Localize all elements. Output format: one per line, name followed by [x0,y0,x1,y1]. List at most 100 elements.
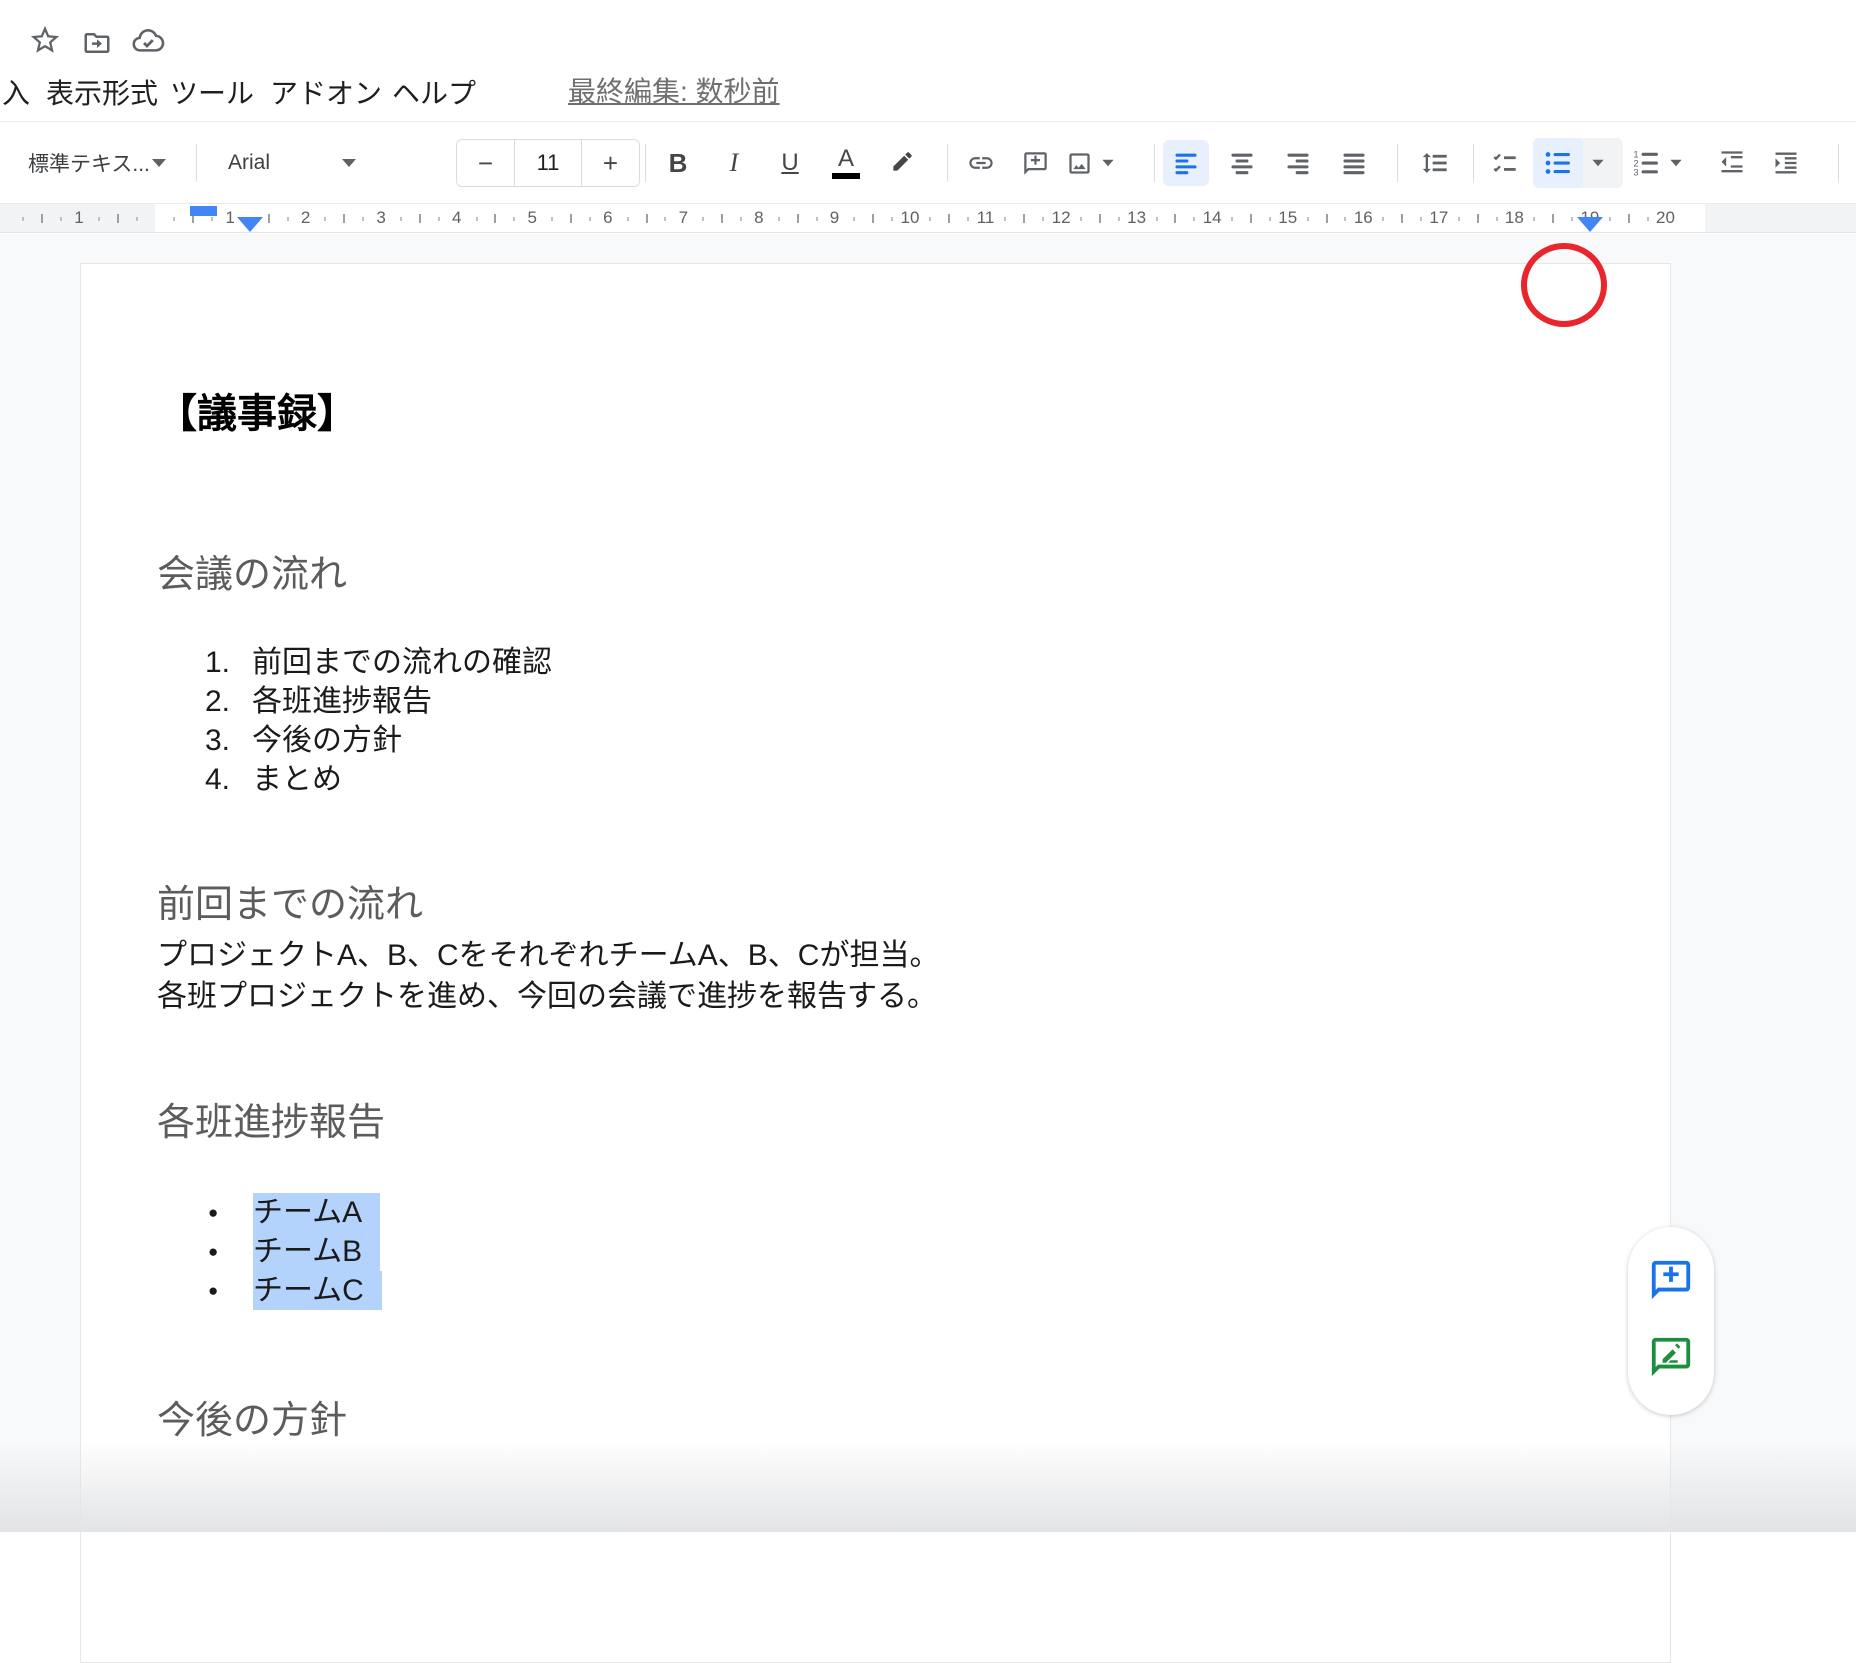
ruler-tick [494,214,496,223]
underline-button[interactable]: U [767,140,813,186]
bullet-icon: ● [208,1281,253,1301]
bold-button[interactable]: B [655,140,701,186]
menu-item-tools[interactable]: ツール [170,66,254,122]
chevron-down-icon [152,159,166,167]
align-center-button[interactable] [1219,140,1265,186]
italic-button[interactable]: I [711,140,757,186]
increase-indent-button[interactable] [1763,140,1809,186]
ruler-tick [1099,214,1101,223]
add-comment-floating-button[interactable] [1645,1254,1697,1306]
highlight-color-button[interactable] [879,140,925,186]
checklist-icon [1490,149,1518,177]
decrease-indent-button[interactable] [1709,140,1755,186]
list-item[interactable]: 1.前回までの流れの確認 [205,643,1610,682]
bullet-list-button[interactable] [1533,138,1583,188]
document-canvas: 【議事録】 会議の流れ 1.前回までの流れの確認2.各班進捗報告3.今後の方針4… [0,234,1856,1532]
paragraph-style-dropdown[interactable]: 標準テキス... [14,140,190,186]
font-size-value[interactable]: 11 [515,140,581,186]
chevron-down-icon[interactable] [1592,160,1603,166]
list-item[interactable]: ●チームC [208,1271,1610,1310]
menu-item-addons[interactable]: アドオン [270,66,382,122]
ruler-number: 20 [1656,204,1675,233]
ruler-number: 1 [225,204,234,233]
align-right-button[interactable] [1275,140,1321,186]
list-item[interactable]: 2.各班進捗報告 [205,682,1610,721]
cloud-status-button[interactable] [131,23,167,59]
document-page[interactable]: 【議事録】 会議の流れ 1.前回までの流れの確認2.各班進捗報告3.今後の方針4… [80,263,1671,1663]
decrease-font-size-button[interactable]: − [457,140,515,186]
list-item-text[interactable]: チームB [253,1232,380,1271]
star-button[interactable] [28,22,64,58]
right-indent-marker[interactable] [1577,217,1603,232]
ruler-tick [400,217,402,221]
ruler-number: 11 [977,204,995,233]
chevron-down-icon[interactable] [1670,160,1681,166]
paragraph-line[interactable]: プロジェクトA、B、CをそれぞれチームA、B、Cが担当。 [157,935,1610,976]
increase-font-size-button[interactable]: + [581,140,639,186]
increase-indent-icon [1772,149,1800,177]
list-item[interactable]: 4.まとめ [205,760,1610,799]
ruler-number: 5 [528,204,537,233]
list-number: 1. [205,646,252,680]
ruler-number: 14 [1203,204,1222,233]
ruler-number: 18 [1505,204,1524,233]
add-comment-button[interactable] [1012,140,1058,186]
list-item-text[interactable]: まとめ [252,760,342,799]
ruler-tick [891,217,893,221]
first-line-indent-marker[interactable] [190,206,217,216]
paragraph-line[interactable]: 各班プロジェクトを進め、今回の会議で進捗を報告する。 [157,976,1610,1017]
insert-image-button[interactable] [1066,140,1138,186]
list-item-text[interactable]: 今後の方針 [252,721,402,760]
paragraph[interactable]: プロジェクトA、B、CをそれぞれチームA、B、Cが担当。 各班プロジェクトを進め… [157,935,1610,1017]
menu-item-format[interactable]: 表示形式 [46,66,158,122]
list-item[interactable]: ●チームB [208,1232,1610,1271]
star-icon [28,23,62,57]
ruler-tick [551,217,553,221]
ruler-tick [173,217,175,221]
list-item[interactable]: ●チームA [208,1193,1610,1232]
list-item-text[interactable]: 前回までの流れの確認 [252,643,552,682]
ruler-tick [1571,217,1573,221]
text-color-button[interactable]: A [823,140,869,186]
ruler: 1234567891011121314151617181920 1 [0,204,1856,233]
list-item-text[interactable]: 各班進捗報告 [252,682,432,721]
section-heading-meeting-flow[interactable]: 会議の流れ [157,549,1610,601]
ruler-tick [853,217,855,221]
bullet-list-button-group[interactable] [1533,138,1623,188]
decrease-indent-icon [1718,149,1746,177]
left-indent-marker[interactable] [237,217,263,232]
list-item[interactable]: 3.今後の方針 [205,721,1610,760]
menu-item-help[interactable]: ヘルプ [392,66,476,122]
section-heading-previous-flow[interactable]: 前回までの流れ [157,879,1610,931]
checklist-button[interactable] [1481,140,1527,186]
section-heading-future-policy[interactable]: 今後の方針 [157,1395,1610,1447]
align-left-button[interactable] [1163,140,1209,186]
justify-button[interactable] [1331,140,1377,186]
cloud-check-icon [131,24,165,58]
font-family-dropdown[interactable]: Arial [212,140,382,186]
ruler-tick [1344,217,1346,221]
line-spacing-button[interactable] [1412,140,1458,186]
floating-action-pill [1628,1227,1714,1415]
list-item-text[interactable]: チームA [253,1193,380,1232]
font-family-label: Arial [212,151,342,175]
menu-item-insert-partial[interactable]: 入 [2,66,30,122]
section-heading-progress-report[interactable]: 各班進捗報告 [157,1097,1610,1149]
move-folder-button[interactable] [82,25,118,61]
ruler-tick [627,217,629,221]
bulleted-list: ●チームA●チームB●チームC [157,1193,1610,1310]
insert-link-button[interactable] [958,140,1004,186]
ruler-number: 4 [452,204,461,233]
ruler-tick [778,217,780,221]
suggest-edits-floating-button[interactable] [1645,1331,1697,1383]
ruler-number: 17 [1429,204,1448,233]
numbered-list-button[interactable]: 1 2 3 [1631,140,1703,186]
list-item-text[interactable]: チームC [253,1271,382,1310]
ruler-tick [98,217,100,221]
last-edited-link[interactable]: 最終編集: 数秒前 [568,66,780,122]
ruler-tick [797,214,799,223]
quick-action-bar [0,0,1856,66]
document-title[interactable]: 【議事録】 [157,389,1610,439]
ruler-tick [513,217,515,221]
list-number: 3. [205,724,252,758]
